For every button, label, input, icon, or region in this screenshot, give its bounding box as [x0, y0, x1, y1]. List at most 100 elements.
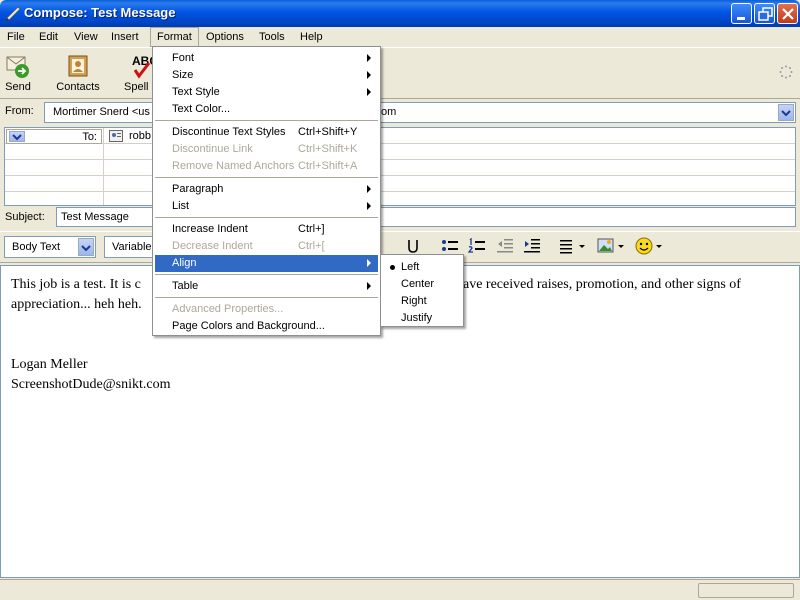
menu-item-text-style[interactable]: Text Style	[155, 84, 378, 101]
menu-item-label: List	[172, 200, 190, 212]
menu-item-label: Discontinue Text Styles	[172, 126, 286, 138]
body-line-tail: ave received raises, promotion, and othe…	[463, 277, 741, 292]
send-icon	[6, 56, 29, 78]
align-right-item[interactable]: Right	[383, 292, 461, 309]
menu-separator	[155, 120, 378, 121]
submenu-arrow-icon	[367, 282, 371, 290]
spell-icon-text: ABC	[132, 54, 153, 68]
menu-separator	[155, 274, 378, 275]
format-menu: Font Size Text Style Text Color... Disco…	[152, 46, 381, 336]
compose-app-icon	[6, 6, 21, 21]
status-progress-pane	[698, 583, 794, 598]
menu-item-table[interactable]: Table	[155, 278, 378, 295]
menu-item-paragraph[interactable]: Paragraph	[155, 181, 378, 198]
menu-separator	[155, 177, 378, 178]
recipient-row[interactable]	[5, 144, 795, 160]
paragraph-style-select[interactable]: Body Text	[4, 236, 96, 258]
smiley-icon[interactable]	[635, 237, 665, 255]
menu-item-label: Align	[172, 257, 197, 269]
close-icon	[782, 8, 794, 20]
menu-separator	[155, 217, 378, 218]
menu-insert[interactable]: Insert	[105, 27, 145, 47]
menu-item-discontinue-text-styles[interactable]: Discontinue Text Styles Ctrl+Shift+Y	[155, 124, 378, 141]
recipient-row[interactable]	[5, 176, 795, 192]
menu-item-remove-named-anchors: Remove Named Anchors Ctrl+Shift+A	[155, 158, 378, 175]
recipient-type-dropdown[interactable]	[9, 131, 25, 142]
menu-tools[interactable]: Tools	[253, 27, 291, 47]
align-menu-icon[interactable]	[559, 238, 587, 254]
menu-item-shortcut: Ctrl+Shift+Y	[298, 126, 358, 138]
menu-view[interactable]: View	[68, 27, 104, 47]
menu-item-list[interactable]: List	[155, 198, 378, 215]
menu-item-label: Text Style	[172, 86, 220, 98]
menu-item-discontinue-link: Discontinue Link Ctrl+Shift+K	[155, 141, 378, 158]
align-left-item[interactable]: Left	[383, 258, 461, 275]
menu-item-text-color[interactable]: Text Color...	[155, 101, 378, 118]
bullet-list-icon[interactable]	[441, 238, 459, 254]
submenu-arrow-icon	[367, 202, 371, 210]
menu-format[interactable]: Format	[150, 27, 199, 47]
chevron-down-icon	[781, 110, 791, 117]
recipient-row[interactable]	[5, 128, 795, 144]
send-label: Send	[5, 81, 31, 93]
restore-icon	[758, 7, 773, 21]
align-item-label: Left	[401, 261, 420, 273]
menu-edit[interactable]: Edit	[33, 27, 64, 47]
contacts-button[interactable]: Contacts	[54, 52, 102, 96]
menu-item-shortcut: Ctrl+Shift+K	[298, 143, 358, 155]
menu-options[interactable]: Options	[200, 27, 250, 47]
menu-item-label: Discontinue Link	[172, 143, 253, 155]
minimize-button[interactable]	[731, 3, 752, 24]
menu-item-decrease-indent: Decrease Indent Ctrl+[	[155, 238, 378, 255]
numbered-list-icon[interactable]	[468, 238, 486, 254]
recipient-column-divider	[103, 128, 104, 205]
to-recipient-value[interactable]: robb	[129, 130, 151, 142]
menu-help[interactable]: Help	[294, 27, 329, 47]
address-card-icon	[109, 130, 123, 142]
menu-item-label: Table	[172, 280, 199, 292]
menu-item-label: Page Colors and Background...	[172, 320, 325, 332]
recipient-row[interactable]	[5, 160, 795, 176]
indent-icon[interactable]	[523, 238, 541, 254]
paragraph-style-dropdown[interactable]	[78, 238, 94, 256]
submenu-arrow-icon	[367, 88, 371, 96]
menu-item-size[interactable]: Size	[155, 67, 378, 84]
menu-item-label: Advanced Properties...	[172, 303, 284, 315]
menu-item-label: Remove Named Anchors	[172, 160, 295, 172]
menu-item-label: Paragraph	[172, 183, 224, 195]
signature-name: Logan Meller	[11, 357, 88, 372]
chevron-down-icon	[81, 245, 91, 252]
spellcheck-icon: ABC	[132, 54, 153, 79]
main-toolbar: Send Contacts ABC Spell	[0, 47, 800, 99]
recipient-list[interactable]: To: robb	[4, 127, 796, 206]
menu-file[interactable]: File	[1, 27, 31, 47]
submenu-arrow-icon	[367, 185, 371, 193]
menu-item-label: Font	[172, 52, 195, 64]
menu-bar: File Edit View Insert Format Options Too…	[0, 27, 800, 47]
status-bar	[0, 579, 800, 600]
from-dropdown-button[interactable]	[778, 104, 794, 121]
align-center-item[interactable]: Center	[383, 275, 461, 292]
body-line: This job is a test. It is c	[11, 277, 141, 292]
maximize-button[interactable]	[754, 3, 775, 24]
address-area: From: Mortimer Snerd <us om To: robb Sub…	[0, 100, 800, 230]
menu-item-align[interactable]: Align	[155, 255, 378, 272]
insert-image-icon[interactable]	[597, 238, 627, 254]
subject-label: Subject:	[5, 211, 45, 223]
activity-throbber-icon	[779, 65, 793, 79]
menu-item-shortcut: Ctrl+[	[298, 240, 325, 252]
to-label: To:	[82, 131, 97, 143]
menu-item-increase-indent[interactable]: Increase Indent Ctrl+]	[155, 221, 378, 238]
signature-email: ScreenshotDude@snikt.com	[11, 377, 171, 392]
subject-value: Test Message	[61, 211, 129, 223]
submenu-arrow-icon	[367, 259, 371, 267]
menu-item-font[interactable]: Font	[155, 50, 378, 67]
recipient-type-select[interactable]: To:	[6, 129, 102, 144]
align-justify-item[interactable]: Justify	[383, 309, 461, 326]
send-button[interactable]: Send	[0, 52, 42, 96]
menu-item-page-colors[interactable]: Page Colors and Background...	[155, 318, 378, 335]
font-value: Variable	[112, 241, 152, 253]
submenu-arrow-icon	[367, 71, 371, 79]
outdent-icon[interactable]	[496, 238, 514, 254]
close-button[interactable]	[777, 3, 798, 24]
